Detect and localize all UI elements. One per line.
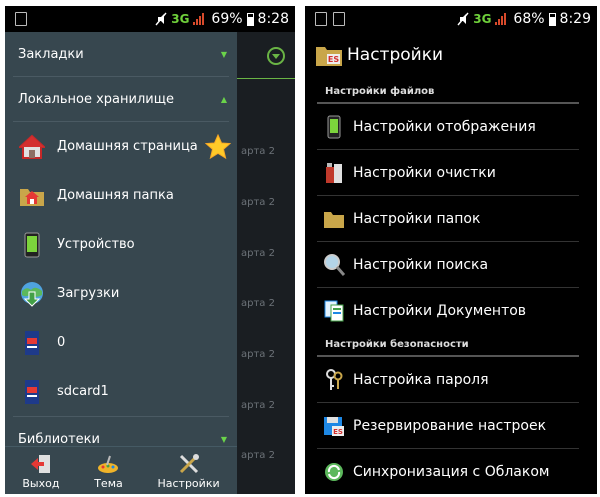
notification-icon — [15, 12, 27, 26]
background-row: арта 2 — [241, 349, 275, 360]
drawer-item-label: 0 — [57, 335, 66, 350]
documents-icon — [324, 300, 344, 321]
background-app: арта 2 арта 2 арта 2 арта 2 арта 2 арта … — [237, 32, 295, 494]
setting-label: Резервирование настроек — [353, 417, 547, 434]
background-row: арта 2 — [241, 450, 275, 461]
section-bookmarks[interactable]: Закладки ▼ — [5, 32, 237, 76]
download-icon — [21, 281, 43, 307]
drawer-item-home-page[interactable]: Домашняя страница — [5, 122, 237, 171]
setting-display[interactable]: Настройки отображения — [317, 104, 579, 150]
section-label: Локальное хранилище — [18, 91, 174, 107]
section-local-storage[interactable]: Локальное хранилище ▲ — [5, 77, 237, 121]
drawer-item-storage-0[interactable]: 0 — [5, 318, 237, 367]
mute-icon — [155, 12, 167, 26]
star-icon[interactable] — [205, 134, 231, 160]
background-row: арта 2 — [241, 146, 275, 157]
navigation-drawer: Закладки ▼ Локальное хранилище ▲ Домашня… — [5, 32, 237, 494]
settings-button[interactable]: Настройки — [157, 454, 220, 490]
background-row: арта 2 — [241, 400, 275, 411]
theme-button[interactable]: Тема — [94, 454, 123, 490]
exit-icon — [30, 455, 50, 473]
sdcard-icon — [25, 330, 39, 355]
signal-icon — [193, 13, 207, 25]
drawer-item-home-folder[interactable]: Домашняя папка — [5, 171, 237, 220]
clock: 8:29 — [559, 11, 591, 27]
home-icon — [19, 134, 45, 159]
settings-label: Настройки — [157, 477, 220, 490]
exit-button[interactable]: Выход — [22, 454, 59, 490]
battery-icon — [548, 12, 556, 26]
tools-icon — [179, 454, 199, 474]
clock: 8:28 — [257, 11, 289, 27]
drawer-item-sdcard1[interactable]: sdcard1 — [5, 367, 237, 416]
setting-label: Настройка пароля — [353, 371, 489, 388]
setting-folders[interactable]: Настройки папок — [317, 196, 579, 242]
network-type: 3G — [171, 12, 190, 26]
exit-label: Выход — [22, 477, 60, 490]
setting-label: Настройки папок — [353, 210, 481, 227]
setting-label: Настройки отображения — [353, 118, 536, 135]
setting-cloud-sync[interactable]: Синхронизация с Облаком — [317, 449, 579, 494]
section-label: Библиотеки — [18, 431, 100, 447]
drawer-toolbar: Выход Тема Настройки — [5, 446, 237, 494]
folder-icon — [324, 211, 344, 228]
group-header-files: Настройки файлов — [325, 86, 435, 97]
notification-icon — [333, 12, 345, 26]
battery-icon — [246, 12, 254, 26]
setting-label: Настройки поиска — [353, 256, 489, 273]
chevron-up-icon: ▲ — [220, 94, 227, 104]
settings-title-bar: ES Настройки — [305, 32, 597, 78]
background-row: арта 2 — [241, 298, 275, 309]
svg-text:ES: ES — [333, 428, 343, 436]
drawer-item-label: Домашняя страница — [57, 139, 198, 154]
setting-label: Синхронизация с Облаком — [353, 463, 550, 480]
battery-percent: 68% — [513, 11, 545, 27]
settings-list: Настройки файлов Настройки отображения Н… — [305, 82, 597, 494]
setting-cleaning[interactable]: Настройки очистки — [317, 150, 579, 196]
setting-label: Настройки очистки — [353, 164, 496, 181]
magnifier-icon — [324, 253, 345, 276]
status-bar: 3G 68% 8:29 — [305, 6, 597, 32]
notification-icon — [315, 12, 327, 26]
setting-search[interactable]: Настройки поиска — [317, 242, 579, 288]
svg-text:ES: ES — [328, 55, 339, 64]
right-screen: 3G 68% 8:29 ES Настройки Настройки файло… — [305, 6, 597, 494]
status-bar: 3G 69% 8:28 — [5, 6, 295, 32]
drawer-item-downloads[interactable]: Загрузки — [5, 269, 237, 318]
theme-label: Тема — [94, 477, 123, 490]
cleaning-icon — [326, 162, 342, 183]
home-folder-icon — [20, 188, 44, 206]
setting-documents[interactable]: Настройки Документов — [317, 288, 579, 333]
chevron-down-icon: ▼ — [220, 434, 227, 444]
phone-display-icon — [327, 115, 341, 138]
drawer-item-label: sdcard1 — [57, 384, 109, 399]
network-type: 3G — [473, 12, 492, 26]
background-row: арта 2 — [241, 197, 275, 208]
setting-label: Настройки Документов — [353, 302, 527, 319]
sdcard-icon — [25, 379, 39, 404]
backup-icon: ES — [324, 416, 344, 436]
settings-folder-icon: ES — [316, 47, 342, 66]
chevron-down-icon: ▼ — [220, 49, 227, 59]
background-row: арта 2 — [241, 248, 275, 259]
section-label: Закладки — [18, 46, 84, 62]
mute-icon — [457, 12, 469, 26]
left-screen: 3G 69% 8:28 арта 2 арта 2 арта 2 арта 2 … — [5, 6, 295, 494]
dropdown-circle-icon — [267, 47, 285, 65]
device-icon — [24, 232, 40, 257]
page-title: Настройки — [347, 45, 444, 65]
drawer-item-label: Загрузки — [57, 286, 120, 301]
keys-icon — [326, 368, 343, 390]
battery-percent: 69% — [211, 11, 243, 27]
cloud-sync-icon — [325, 462, 343, 481]
setting-password[interactable]: Настройка пароля — [317, 357, 579, 403]
setting-backup[interactable]: ES Резервирование настроек — [317, 403, 579, 449]
group-header-security: Настройки безопасности — [325, 339, 469, 350]
palette-icon — [98, 455, 119, 473]
drawer-item-label: Устройство — [57, 237, 135, 252]
drawer-item-device[interactable]: Устройство — [5, 220, 237, 269]
signal-icon — [495, 13, 509, 25]
drawer-item-label: Домашняя папка — [57, 188, 174, 203]
